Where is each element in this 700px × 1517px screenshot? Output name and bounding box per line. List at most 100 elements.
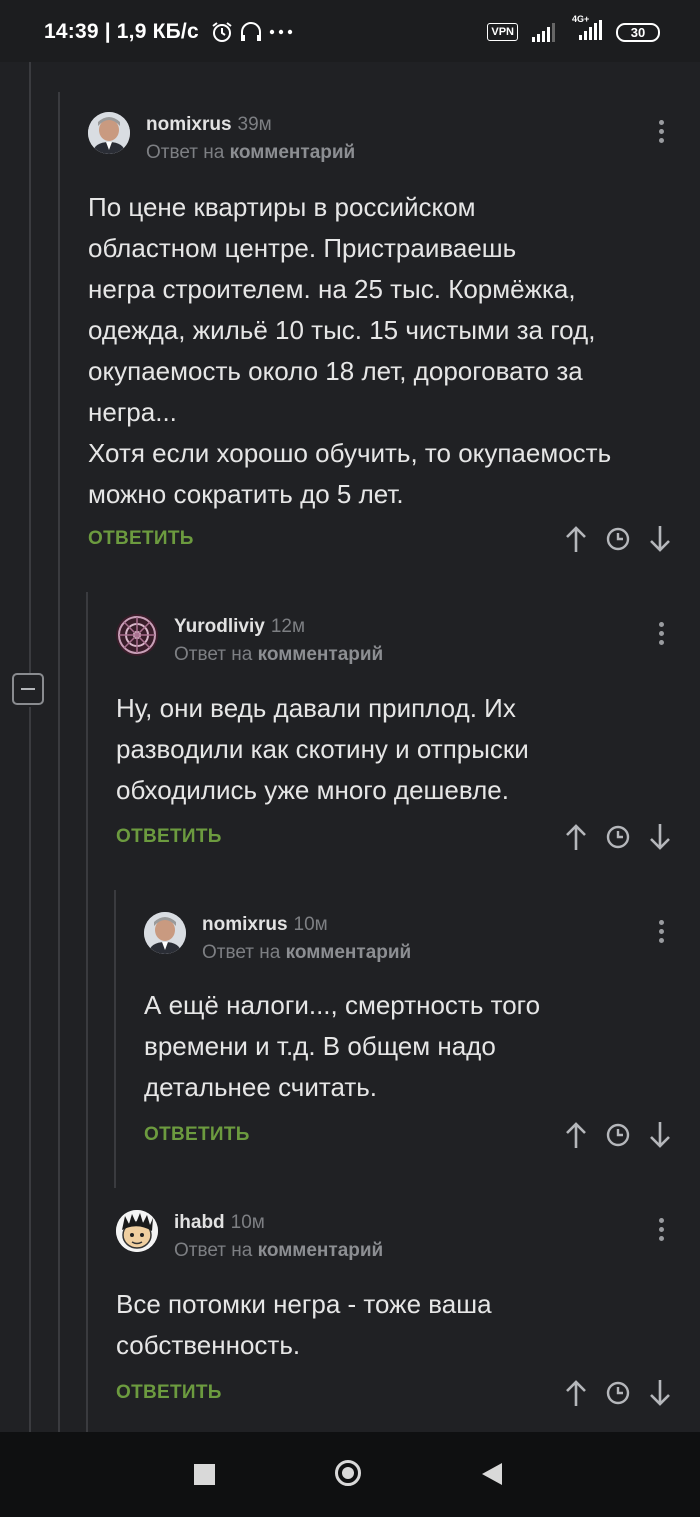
- comment: nomixrus 39м Ответ на комментарий По цене…: [88, 112, 678, 562]
- username-text[interactable]: ihabd: [174, 1212, 225, 1233]
- avatar[interactable]: [116, 614, 158, 656]
- comment-line: А ещё налоги..., смертность того: [144, 990, 541, 1020]
- reply-prefix: Ответ на: [146, 142, 225, 163]
- reply-button[interactable]: ОТВЕТИТЬ: [116, 826, 222, 848]
- comment-line: одежда, жильё 10 тыс. 15 чистыми за год,: [88, 315, 596, 345]
- comment-line: Хотя если хорошо обучить, то окупаемость: [88, 438, 612, 468]
- reply-button[interactable]: ОТВЕТИТЬ: [88, 528, 194, 550]
- status-left: 14:39 | 1,9 КБ/с: [44, 20, 293, 44]
- headphones-icon: [240, 22, 261, 42]
- reply-button[interactable]: ОТВЕТИТЬ: [116, 1382, 222, 1404]
- battery-indicator: 30: [616, 22, 660, 42]
- system-nav-bar: [0, 1432, 700, 1517]
- comment-body: А ещё налоги..., смертность того времени…: [144, 985, 540, 1108]
- username[interactable]: nomixrus 39м: [146, 114, 272, 136]
- arrow-up-icon[interactable]: [564, 1120, 588, 1150]
- reply-target-link[interactable]: комментарий: [286, 942, 412, 963]
- comment-line: негра...: [88, 397, 177, 427]
- recents-square-icon[interactable]: [194, 1464, 215, 1485]
- thread-line-level-0: [29, 62, 31, 673]
- comment: nomixrus 10м Ответ на комментарий А ещё н…: [144, 912, 678, 1162]
- comment-line: окупаемость около 18 лет, дороговато за: [88, 356, 583, 386]
- more-dots-icon: [269, 30, 293, 35]
- comment-line: можно сократить до 5 лет.: [88, 479, 404, 509]
- avatar-pattern-icon: [116, 614, 158, 656]
- avatar[interactable]: [116, 1210, 158, 1252]
- arrow-down-icon[interactable]: [648, 822, 672, 852]
- comment-line: Ну, они ведь давали приплод. Их: [116, 693, 516, 723]
- back-triangle-icon[interactable]: [482, 1463, 502, 1485]
- comment: Yurodliviy 12м Ответ на комментарий Ну, о…: [116, 614, 678, 864]
- arrow-down-icon[interactable]: [648, 524, 672, 554]
- vpn-badge: VPN: [487, 23, 518, 41]
- kebab-menu-icon[interactable]: [659, 120, 665, 147]
- reply-to: Ответ на комментарий: [174, 644, 383, 666]
- thread-line-level-1: [58, 92, 60, 1432]
- home-circle-icon[interactable]: [335, 1460, 361, 1486]
- comment-actions: [564, 524, 672, 554]
- reply-target-link[interactable]: комментарий: [230, 142, 356, 163]
- comment-time: 10м: [293, 914, 328, 935]
- comment-line: времени и т.д. В общем надо: [144, 1031, 496, 1061]
- clock-icon[interactable]: [606, 1120, 630, 1150]
- username[interactable]: ihabd 10м: [174, 1212, 265, 1234]
- minus-icon: [21, 688, 35, 690]
- network-type: 4G+: [572, 13, 590, 24]
- signal-4g: 4G+: [572, 14, 602, 45]
- signal-icon: [532, 23, 555, 42]
- reply-prefix: Ответ на: [202, 942, 281, 963]
- comment-line: собственность.: [116, 1330, 301, 1360]
- clock-icon[interactable]: [606, 524, 630, 554]
- avatar-cartoon-icon: [116, 1210, 158, 1252]
- username[interactable]: nomixrus 10м: [202, 914, 328, 936]
- comment-actions: [564, 1120, 672, 1150]
- comment-actions: [564, 822, 672, 852]
- comment-time: 10м: [230, 1212, 265, 1233]
- reply-to: Ответ на комментарий: [202, 942, 411, 964]
- comment-line: По цене квартиры в российском: [88, 192, 476, 222]
- kebab-menu-icon[interactable]: [659, 1218, 665, 1245]
- kebab-menu-icon[interactable]: [659, 622, 665, 649]
- avatar[interactable]: [144, 912, 186, 954]
- reply-target-link[interactable]: комментарий: [258, 644, 384, 665]
- reply-to: Ответ на комментарий: [146, 142, 355, 164]
- comment-line: разводили как скотину и отпрыски: [116, 734, 529, 764]
- username[interactable]: Yurodliviy 12м: [174, 616, 305, 638]
- arrow-down-icon[interactable]: [648, 1378, 672, 1408]
- thread-line-level-0: [29, 707, 31, 1432]
- comment-actions: [564, 1378, 672, 1408]
- username-text[interactable]: nomixrus: [202, 914, 288, 935]
- comment-time: 12м: [270, 616, 306, 637]
- comment-body: Ну, они ведь давали приплод. Их разводил…: [116, 688, 529, 811]
- comment-body: По цене квартиры в российском областном …: [88, 187, 611, 515]
- clock-icon[interactable]: [606, 1378, 630, 1408]
- avatar-photo-icon: [144, 912, 186, 954]
- status-bar: 14:39 | 1,9 КБ/с VPN 4G+ 30: [0, 0, 700, 62]
- comment-line: обходились уже много дешевле.: [116, 775, 509, 805]
- thread-line-level-3: [114, 890, 116, 1188]
- comment-line: Все потомки негра - тоже ваша: [116, 1289, 492, 1319]
- arrow-up-icon[interactable]: [564, 1378, 588, 1408]
- reply-prefix: Ответ на: [174, 1240, 253, 1261]
- reply-target-link[interactable]: комментарий: [258, 1240, 384, 1261]
- reply-button[interactable]: ОТВЕТИТЬ: [144, 1124, 250, 1146]
- username-text[interactable]: nomixrus: [146, 114, 232, 135]
- username-text[interactable]: Yurodliviy: [174, 616, 265, 637]
- comment-time: 39м: [237, 114, 272, 135]
- comment: ihabd 10м Ответ на комментарий Все потомк…: [116, 1210, 678, 1420]
- reply-to: Ответ на комментарий: [174, 1240, 383, 1262]
- avatar[interactable]: [88, 112, 130, 154]
- arrow-down-icon[interactable]: [648, 1120, 672, 1150]
- reply-prefix: Ответ на: [174, 644, 253, 665]
- collapse-thread-button[interactable]: [12, 673, 44, 705]
- comment-body: Все потомки негра - тоже ваша собственно…: [116, 1284, 492, 1366]
- arrow-up-icon[interactable]: [564, 822, 588, 852]
- arrow-up-icon[interactable]: [564, 524, 588, 554]
- comment-line: негра строителем. на 25 тыс. Кормёжка,: [88, 274, 576, 304]
- clock-icon[interactable]: [606, 822, 630, 852]
- status-right: VPN 4G+ 30: [487, 14, 660, 45]
- kebab-menu-icon[interactable]: [659, 920, 665, 947]
- avatar-photo-icon: [88, 112, 130, 154]
- alarm-icon: [212, 22, 232, 43]
- status-speed: 1,9 КБ/с: [116, 20, 199, 43]
